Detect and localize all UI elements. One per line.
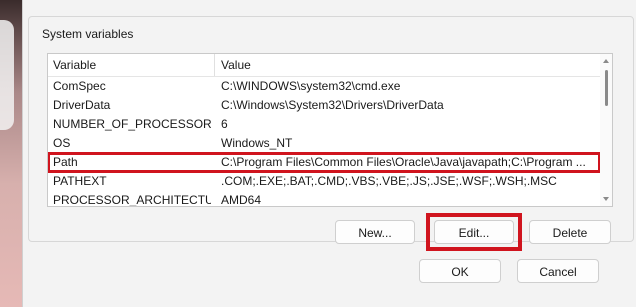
scroll-down-arrow-icon[interactable] — [603, 197, 609, 201]
list-rows: ComSpec C:\WINDOWS\system32\cmd.exe Driv… — [48, 77, 601, 207]
ok-button[interactable]: OK — [419, 259, 501, 283]
variable-name: Path — [53, 155, 78, 169]
variable-value: 6 — [221, 117, 228, 131]
new-button[interactable]: New... — [335, 220, 415, 244]
variable-name: ComSpec — [53, 79, 106, 93]
edit-button-highlight-box — [426, 213, 522, 251]
variable-value: C:\WINDOWS\system32\cmd.exe — [221, 79, 401, 93]
table-row-path-highlighted[interactable]: Path C:\Program Files\Common Files\Oracl… — [48, 152, 601, 173]
variable-name: DriverData — [53, 98, 111, 112]
column-separator[interactable] — [214, 54, 215, 76]
table-row[interactable]: OS Windows_NT — [48, 134, 600, 153]
column-header-value[interactable]: Value — [221, 58, 251, 72]
table-row[interactable]: PROCESSOR_ARCHITECTURE AMD64 — [48, 191, 600, 207]
scroll-up-arrow-icon[interactable] — [603, 59, 609, 63]
cancel-button[interactable]: Cancel — [517, 259, 599, 283]
scrollbar-thumb[interactable] — [605, 70, 608, 106]
variable-value: C:\Program Files\Common Files\Oracle\Jav… — [221, 155, 586, 169]
variable-name: NUMBER_OF_PROCESSORS — [53, 117, 211, 131]
table-row[interactable]: NUMBER_OF_PROCESSORS 6 — [48, 115, 600, 134]
variable-value: Windows_NT — [221, 136, 293, 150]
column-header-variable[interactable]: Variable — [53, 58, 96, 72]
variable-name: PROCESSOR_ARCHITECTURE — [53, 193, 211, 207]
table-row[interactable]: DriverData C:\Windows\System32\Drivers\D… — [48, 96, 600, 115]
system-variables-group: System variables Variable Value ComSpec … — [28, 16, 634, 251]
background-photo-detail — [0, 20, 14, 130]
group-title: System variables — [39, 27, 137, 41]
delete-button[interactable]: Delete — [529, 220, 611, 244]
list-header: Variable Value — [48, 54, 600, 77]
variable-name: OS — [53, 136, 71, 150]
variable-value: C:\Windows\System32\Drivers\DriverData — [221, 98, 444, 112]
table-row[interactable]: ComSpec C:\WINDOWS\system32\cmd.exe — [48, 77, 600, 96]
table-row[interactable]: PATHEXT .COM;.EXE;.BAT;.CMD;.VBS;.VBE;.J… — [48, 172, 600, 191]
environment-variables-dialog: System variables Variable Value ComSpec … — [22, 0, 636, 307]
vertical-scrollbar[interactable] — [600, 54, 612, 206]
variable-name: PATHEXT — [53, 174, 107, 188]
variable-value: AMD64 — [221, 193, 262, 207]
system-variables-list[interactable]: Variable Value ComSpec C:\WINDOWS\system… — [47, 53, 613, 207]
variable-value: .COM;.EXE;.BAT;.CMD;.VBS;.VBE;.JS;.JSE;.… — [221, 174, 557, 188]
